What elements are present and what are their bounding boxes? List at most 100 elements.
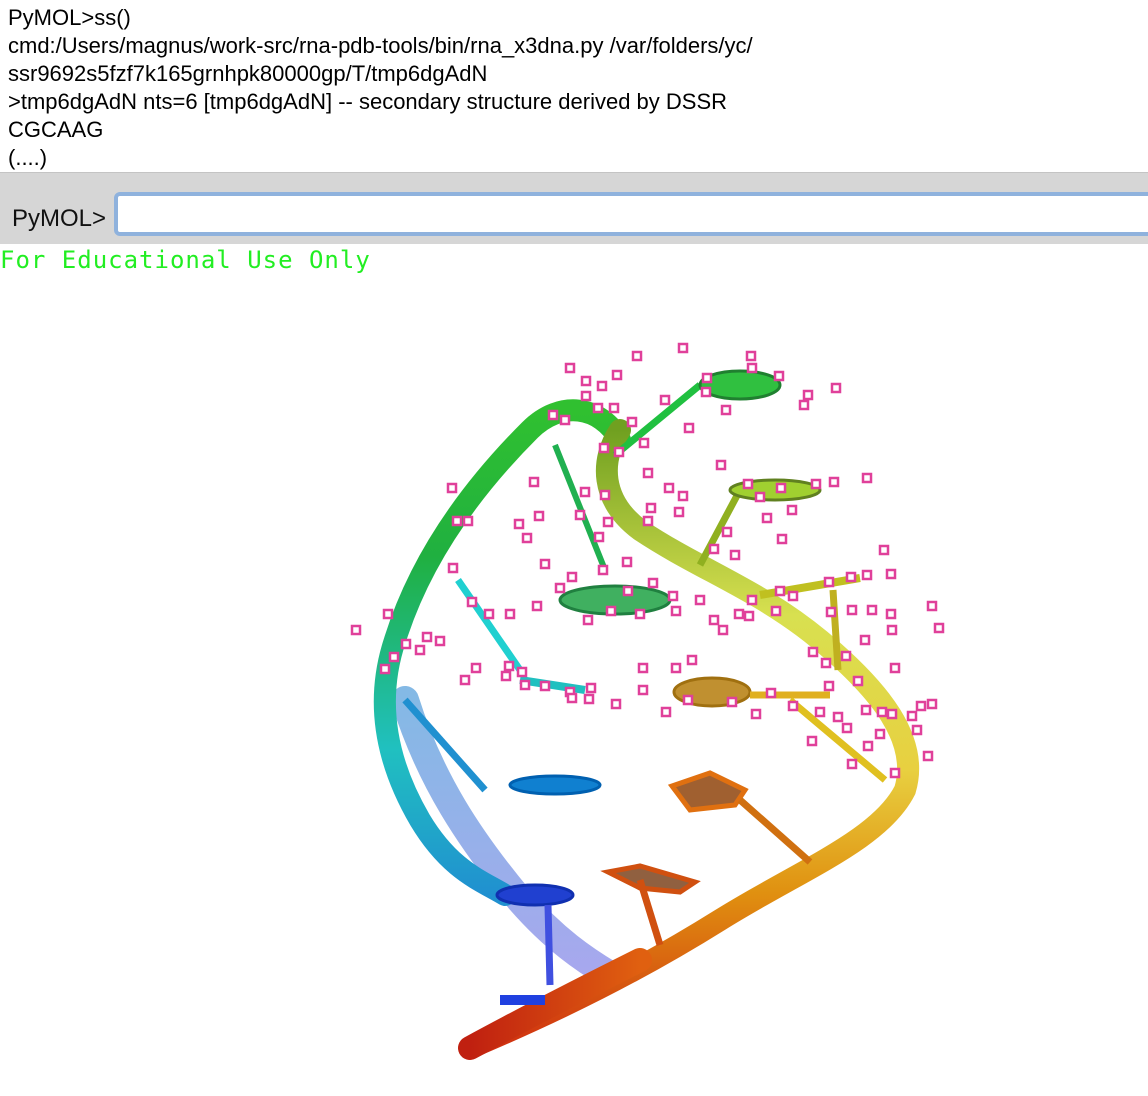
selection-marker — [521, 532, 533, 544]
selection-marker — [414, 644, 426, 656]
selection-marker — [885, 568, 897, 580]
selection-marker — [462, 515, 474, 527]
selection-marker — [828, 476, 840, 488]
selection-marker — [911, 724, 923, 736]
selection-marker — [582, 614, 594, 626]
selection-marker — [775, 482, 787, 494]
selection-marker — [743, 610, 755, 622]
selection-marker — [810, 478, 822, 490]
selection-marker — [787, 700, 799, 712]
selection-marker — [447, 562, 459, 574]
selection-marker — [721, 526, 733, 538]
selection-marker — [605, 605, 617, 617]
selection-marker — [667, 590, 679, 602]
selection-marker — [754, 491, 766, 503]
selection-marker — [708, 543, 720, 555]
selection-marker — [806, 735, 818, 747]
selection-marker — [926, 698, 938, 710]
selection-marker — [677, 490, 689, 502]
selection-marker — [765, 687, 777, 699]
selection-marker — [564, 362, 576, 374]
selection-marker — [841, 722, 853, 734]
selection-marker — [547, 409, 559, 421]
selection-marker — [746, 362, 758, 374]
selection-marker — [642, 467, 654, 479]
selection-marker — [533, 510, 545, 522]
selection-marker — [421, 631, 433, 643]
selection-marker — [621, 556, 633, 568]
selection-marker — [470, 662, 482, 674]
selection-marker — [500, 670, 512, 682]
selection-marker — [598, 442, 610, 454]
selection-marker — [701, 372, 713, 384]
selection-marker — [566, 692, 578, 704]
selection-marker — [787, 590, 799, 602]
selection-marker — [670, 605, 682, 617]
selection-marker — [915, 700, 927, 712]
selection-marker — [823, 576, 835, 588]
selection-marker — [694, 594, 706, 606]
log-line: PyMOL>ss() — [8, 5, 131, 30]
selection-marker — [585, 682, 597, 694]
selection-marker — [566, 571, 578, 583]
selection-marker — [682, 694, 694, 706]
selection-marker — [889, 767, 901, 779]
selection-marker — [504, 608, 516, 620]
selection-marker — [726, 696, 738, 708]
selection-marker — [862, 740, 874, 752]
selection-marker — [878, 544, 890, 556]
selection-marker — [677, 342, 689, 354]
selection-marker — [861, 472, 873, 484]
selection-marker — [663, 482, 675, 494]
selection-marker — [776, 533, 788, 545]
selection-marker — [733, 608, 745, 620]
selection-marker — [750, 708, 762, 720]
selection-marker — [528, 476, 540, 488]
selection-marker — [350, 624, 362, 636]
selection-marker — [770, 605, 782, 617]
selection-marker — [559, 414, 571, 426]
rna-cartoon[interactable] — [0, 244, 1148, 1096]
selection-marker — [638, 437, 650, 449]
selection-marker — [874, 728, 886, 740]
selection-marker — [647, 577, 659, 589]
selection-marker — [922, 750, 934, 762]
selection-marker — [626, 416, 638, 428]
selection-marker — [659, 394, 671, 406]
selection-marker — [593, 531, 605, 543]
selection-marker — [845, 571, 857, 583]
log-line: (....) — [8, 145, 48, 170]
command-input[interactable] — [114, 192, 1148, 236]
selection-marker — [574, 509, 586, 521]
selection-marker — [519, 679, 531, 691]
selection-marker — [382, 608, 394, 620]
selection-marker — [852, 675, 864, 687]
selection-marker — [798, 399, 810, 411]
selection-marker — [876, 706, 888, 718]
selection-marker — [906, 710, 918, 722]
selection-marker — [860, 704, 872, 716]
selection-marker — [622, 585, 634, 597]
log-line: >tmp6dgAdN nts=6 [tmp6dgAdN] -- secondar… — [8, 89, 728, 114]
selection-marker — [670, 662, 682, 674]
selection-marker — [611, 369, 623, 381]
selection-marker — [886, 708, 898, 720]
watermark-text: For Educational Use Only — [0, 246, 371, 274]
log-line: ssr9692s5fzf7k165grnhpk80000gp/T/tmp6dgA… — [8, 61, 488, 86]
selection-marker — [660, 706, 672, 718]
selection-marker — [720, 404, 732, 416]
molecule-viewer[interactable]: For Educational Use Only — [0, 244, 1148, 1096]
selection-marker — [599, 489, 611, 501]
selection-marker — [592, 402, 604, 414]
selection-marker — [579, 486, 591, 498]
selection-marker — [583, 693, 595, 705]
selection-marker — [823, 680, 835, 692]
selection-marker — [580, 375, 592, 387]
selection-marker — [513, 518, 525, 530]
selection-marker — [645, 502, 657, 514]
selection-marker — [400, 638, 412, 650]
selection-marker — [700, 386, 712, 398]
selection-marker — [580, 390, 592, 402]
selection-marker — [503, 660, 515, 672]
selection-marker — [451, 515, 463, 527]
